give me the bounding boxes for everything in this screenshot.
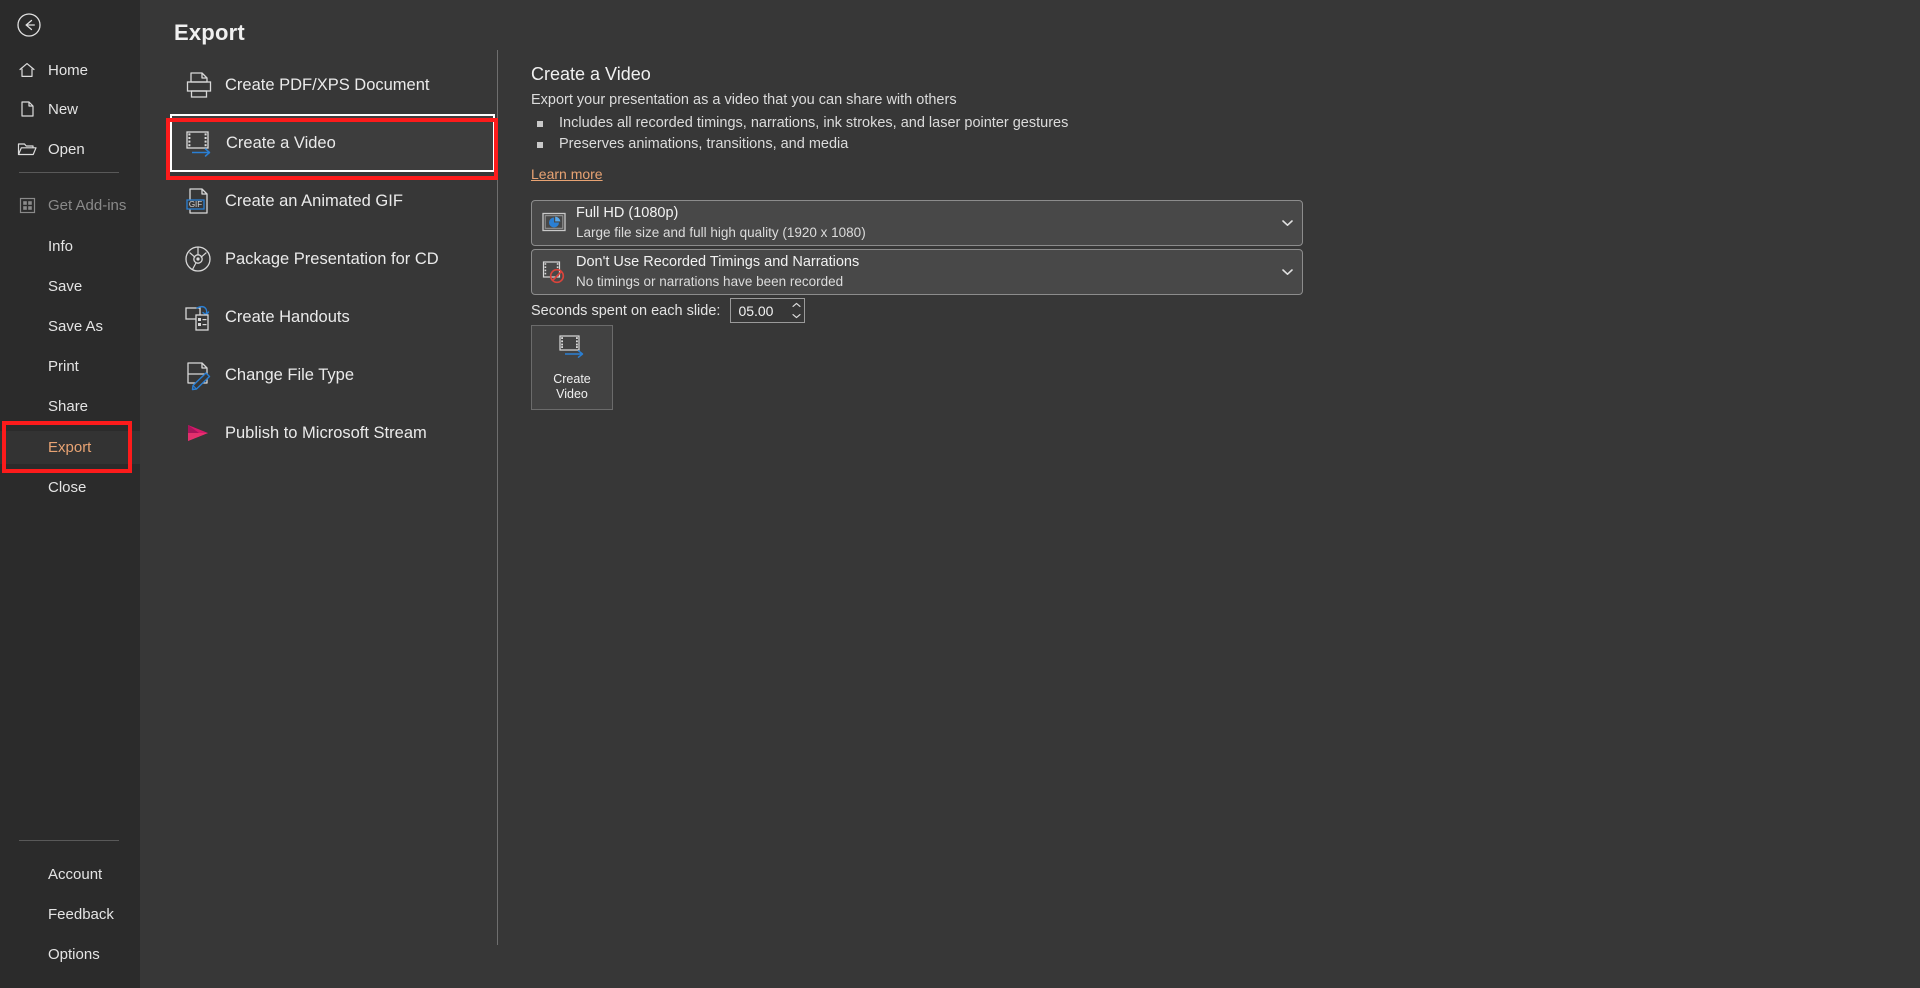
export-option-create-handouts[interactable]: Create Handouts [170, 288, 495, 346]
video-quality-dropdown[interactable]: Full HD (1080p) Large file size and full… [531, 200, 1303, 246]
sidebar-item-share[interactable]: Share [0, 391, 140, 421]
handouts-icon [171, 301, 225, 333]
seconds-per-slide-input[interactable] [731, 302, 789, 319]
video-quality-line2: Large file size and full high quality (1… [576, 225, 866, 240]
addins-icon [16, 194, 38, 216]
sidebar-item-save-as[interactable]: Save As [0, 311, 140, 341]
export-option-label: Publish to Microsoft Stream [225, 423, 427, 442]
export-option-publish-to-microsoft-stream[interactable]: Publish to Microsoft Stream [170, 404, 495, 462]
home-icon [16, 59, 38, 81]
sidebar-divider-top [19, 172, 119, 173]
sidebar-item-open[interactable]: Open [0, 134, 140, 164]
sidebar-item-label: Options [48, 945, 100, 963]
folder-icon [16, 138, 38, 160]
page-title: Export [174, 20, 245, 45]
cd-icon [171, 243, 225, 275]
sidebar-item-options[interactable]: Options [0, 939, 140, 969]
stepper-up-icon[interactable] [788, 300, 804, 311]
page-icon [16, 98, 38, 120]
sidebar-item-label: Account [48, 865, 103, 883]
detail-bullet: Preserves animations, transitions, and m… [531, 134, 1351, 155]
sidebar-item-label: Home [48, 61, 89, 79]
seconds-per-slide-stepper[interactable] [730, 298, 806, 323]
sidebar-item-label: Save [48, 277, 83, 295]
export-option-create-pdf-xps[interactable]: Create PDF/XPS Document [170, 56, 495, 114]
sidebar-item-info[interactable]: Info [0, 231, 140, 261]
sidebar-item-export[interactable]: Export [0, 431, 140, 464]
recorded-timings-dropdown[interactable]: Don't Use Recorded Timings and Narration… [531, 249, 1303, 295]
file-type-icon [171, 359, 225, 391]
sidebar-item-new[interactable]: New [0, 94, 140, 124]
pdf-xps-icon [171, 69, 225, 101]
detail-title: Create a Video [531, 64, 651, 84]
sidebar-item-save[interactable]: Save [0, 271, 140, 301]
sidebar-item-label: Get Add-ins [48, 196, 127, 214]
stepper-down-icon[interactable] [788, 311, 804, 322]
export-option-create-a-video[interactable]: Create a Video [170, 114, 495, 172]
detail-panel: Create a Video Export your presentation … [531, 64, 1351, 184]
create-video-line1: Create [553, 372, 591, 386]
learn-more-link[interactable]: Learn more [531, 166, 603, 182]
detail-subtitle: Export your presentation as a video that… [531, 92, 957, 108]
column-divider [497, 50, 498, 945]
backstage-sidebar: Home New Open Get Add-ins Info Save Save… [0, 0, 140, 988]
svg-text:GIF: GIF [189, 200, 202, 209]
recorded-timings-line2: No timings or narrations have been recor… [576, 274, 844, 289]
export-option-change-file-type[interactable]: Change File Type [170, 346, 495, 404]
gif-icon: GIF [171, 185, 225, 217]
sidebar-item-feedback[interactable]: Feedback [0, 899, 140, 929]
seconds-per-slide-label: Seconds spent on each slide: [531, 302, 721, 319]
sidebar-item-label: Feedback [48, 905, 114, 923]
sidebar-item-print[interactable]: Print [0, 351, 140, 381]
sidebar-item-account[interactable]: Account [0, 859, 140, 889]
powerpoint-backstage-export-screen: Home New Open Get Add-ins Info Save Save… [0, 0, 1920, 988]
detail-bullet: Includes all recorded timings, narration… [531, 113, 1351, 134]
export-option-package-presentation-for-cd[interactable]: Package Presentation for CD [170, 230, 495, 288]
export-option-label: Create Handouts [225, 307, 350, 326]
video-quality-icon [532, 211, 576, 235]
seconds-per-slide-row: Seconds spent on each slide: [531, 298, 806, 323]
stream-icon [171, 417, 225, 449]
sidebar-item-label: Export [48, 439, 92, 456]
sidebar-item-label: Open [48, 140, 85, 158]
sidebar-item-label: New [48, 100, 79, 118]
create-video-button-label: Create Video [553, 372, 591, 402]
video-icon [172, 128, 226, 158]
export-option-create-animated-gif[interactable]: GIF Create an Animated GIF [170, 172, 495, 230]
chevron-down-icon[interactable] [1272, 219, 1302, 227]
sidebar-item-label: Save As [48, 317, 104, 335]
back-arrow-icon[interactable] [13, 9, 45, 41]
export-option-label: Change File Type [225, 365, 355, 384]
video-icon [555, 333, 589, 366]
export-option-label: Create a Video [226, 133, 336, 152]
sidebar-item-label: Print [48, 357, 79, 375]
sidebar-item-label: Share [48, 397, 89, 415]
recorded-timings-text: Don't Use Recorded Timings and Narration… [576, 253, 1272, 291]
sidebar-item-label: Close [48, 478, 87, 496]
video-quality-line1: Full HD (1080p) [576, 205, 679, 221]
export-option-label: Create an Animated GIF [225, 191, 403, 210]
sidebar-divider-bottom [19, 840, 119, 841]
no-timings-icon [532, 259, 576, 285]
create-video-line2: Video [556, 387, 588, 401]
sidebar-item-label: Info [48, 237, 74, 255]
sidebar-item-home[interactable]: Home [0, 55, 140, 85]
recorded-timings-line1: Don't Use Recorded Timings and Narration… [576, 254, 860, 270]
video-quality-text: Full HD (1080p) Large file size and full… [576, 204, 1272, 242]
create-video-button[interactable]: Create Video [531, 325, 613, 410]
export-option-label: Create PDF/XPS Document [225, 75, 430, 94]
export-option-label: Package Presentation for CD [225, 249, 439, 268]
stepper-buttons[interactable] [788, 299, 804, 322]
detail-bullet-list: Includes all recorded timings, narration… [531, 113, 1351, 155]
export-options-list: Create PDF/XPS Document Create a Video G… [170, 56, 495, 462]
sidebar-item-close[interactable]: Close [0, 472, 140, 502]
sidebar-item-get-add-ins: Get Add-ins [0, 190, 140, 220]
chevron-down-icon[interactable] [1272, 268, 1302, 276]
